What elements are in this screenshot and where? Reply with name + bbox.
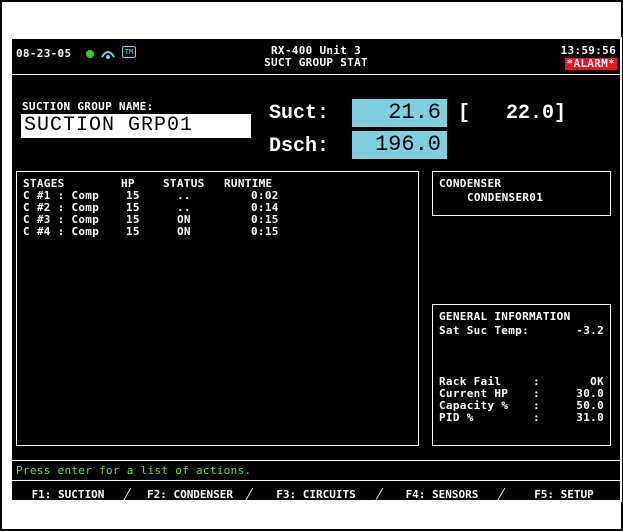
header-divider <box>12 74 620 75</box>
condenser-title: CONDENSER <box>439 177 502 190</box>
stage-name: C #4 : Comp <box>23 225 100 238</box>
dsch-label: Dsch: <box>269 135 330 158</box>
suction-group-label: SUCTION GROUP NAME: <box>22 100 154 113</box>
stage-runtime: 0:15 <box>251 225 279 238</box>
controller-screen: 08-23-05 TM RX-400 Unit 3 SUCT GROUP STA… <box>10 37 622 504</box>
table-row[interactable]: C #4 : Comp 15 ON 0:15 <box>23 226 323 238</box>
status-message: Press enter for a list of actions. <box>16 464 252 477</box>
screen-title: SUCT GROUP STAT <box>264 56 368 69</box>
pid-value: 31.0 <box>576 411 604 424</box>
stage-hp: 15 <box>126 225 140 238</box>
suction-group-name-field[interactable]: SUCTION GRP01 <box>21 114 251 138</box>
pid-label: PID % <box>439 411 474 424</box>
alarm-badge[interactable]: *ALARM* <box>564 58 617 70</box>
f1-suction-key[interactable]: F1: SUCTION <box>12 485 124 504</box>
function-key-divider <box>12 480 620 481</box>
sat-suc-value: -3.2 <box>576 324 604 337</box>
general-info-title: GENERAL INFORMATION <box>439 310 571 323</box>
clock: 13:59:56 <box>560 44 616 57</box>
f3-circuits-key[interactable]: F3: CIRCUITS <box>256 485 376 504</box>
status-divider <box>12 460 620 461</box>
f2-condenser-key[interactable]: F2: CONDENSER <box>134 485 246 504</box>
condenser-name: CONDENSER01 <box>467 191 544 204</box>
f5-setup-key[interactable]: F5: SETUP <box>508 485 620 504</box>
sat-suc-label: Sat Suc Temp: <box>439 324 529 337</box>
colon: : <box>533 411 540 424</box>
suct-setpoint: [ 22.0] <box>458 102 567 125</box>
general-info-panel: GENERAL INFORMATION Sat Suc Temp: -3.2 R… <box>432 304 611 446</box>
dsch-value: 196.0 <box>352 131 447 159</box>
stage-status: ON <box>177 225 191 238</box>
condenser-panel[interactable]: CONDENSER CONDENSER01 <box>432 171 611 216</box>
suct-value: 21.6 <box>352 99 447 127</box>
f4-sensors-key[interactable]: F4: SENSORS <box>386 485 498 504</box>
suct-label: Suct: <box>269 102 330 125</box>
stages-panel: STAGES HP STATUS RUNTIME C #1 : Comp 15 … <box>16 171 419 446</box>
